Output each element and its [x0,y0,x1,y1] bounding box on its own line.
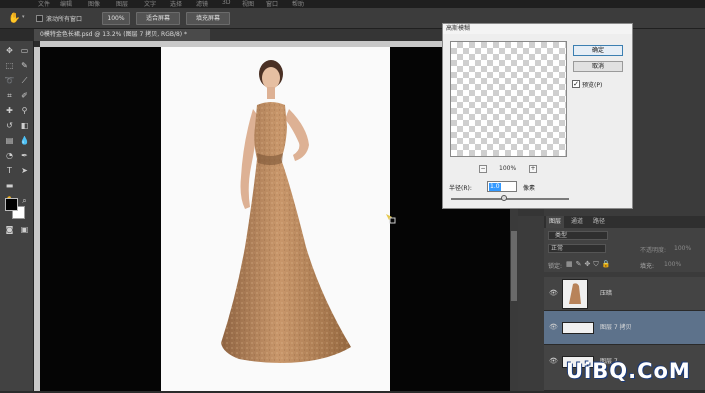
opacity-label: 不透明度: [640,247,667,254]
tab-layers[interactable]: 图层 [546,216,565,228]
fill-label: 填充: [640,263,655,270]
menu-bar: 文件 编辑 图像 图层 文字 选择 滤镜 3D 视图 窗口 帮助 [0,0,705,8]
fit-screen-button[interactable]: 适合屏幕 [136,12,180,25]
screen-mode-icon[interactable]: ▣ [19,224,30,235]
preview-zoom-row: − 100% + [479,165,539,174]
tab-paths[interactable]: 路径 [590,216,608,228]
radius-value: 1.0 [489,183,501,191]
layers-panel-tabs: 图层 通道 路径 [544,216,705,228]
scroll-all-windows-checkbox[interactable] [36,15,43,22]
quick-mask-icon[interactable]: ◙ [4,224,15,235]
radius-label: 半径(R): [449,185,472,192]
type-tool-icon[interactable]: T [4,165,15,176]
blur-tool-icon[interactable]: 💧 [19,135,30,146]
visibility-eye-icon[interactable]: 👁 [549,357,558,365]
fill-screen-button[interactable]: 填充屏幕 [186,12,230,25]
blend-mode-select[interactable]: 正常 [548,244,606,253]
visibility-eye-icon[interactable]: 👁 [549,289,558,297]
zoom-100-button[interactable]: 100% [102,12,130,25]
cancel-button[interactable]: 取消 [573,61,623,72]
menu-window[interactable]: 窗口 [266,0,278,8]
menu-view[interactable]: 视图 [242,0,254,8]
dodge-tool-icon[interactable]: ◔ [4,150,15,161]
brush-tool-icon[interactable]: ✐ [19,90,30,101]
lasso-tool-icon[interactable]: ➰ [4,75,15,86]
gradient-tool-icon[interactable]: ▤ [4,135,15,146]
opacity-value[interactable]: 100% [674,245,691,252]
crop-tool-icon[interactable]: ⌗ [4,90,15,101]
shape-tool-icon[interactable]: ▬ [4,180,15,191]
blur-preview[interactable] [450,41,567,157]
artboard-tool-icon[interactable]: ▭ [19,45,30,56]
visibility-eye-icon[interactable]: 👁 [549,323,558,331]
dialog-title: 高斯模糊 [443,24,632,34]
marquee-tool-icon[interactable]: ⬚ [4,60,15,71]
layer-thumbnail [562,322,594,334]
layer-row[interactable]: 👁 压暗 [544,277,705,311]
pen-tool-icon[interactable]: ✒ [19,150,30,161]
layer-filter-kind-value: 类型 [555,232,568,239]
menu-layer[interactable]: 图层 [116,0,128,8]
history-brush-tool-icon[interactable]: ↺ [4,120,15,131]
layer-thumbnail [562,279,588,309]
healing-tool-icon[interactable]: ✚ [4,105,15,116]
stamp-tool-icon[interactable]: ⚲ [19,105,30,116]
preview-checkbox[interactable]: ✓ [572,80,580,88]
radius-unit: 像素 [523,185,536,192]
document-tab-title: 0模特金色长裙.psd @ 13.2% (图层 7 拷贝, RGB/8) * [40,31,188,38]
gaussian-blur-dialog: 高斯模糊 确定 取消 ✓ 预览(P) − 100% + 半径(R): 1.0 像… [442,23,633,209]
menu-edit[interactable]: 编辑 [60,0,72,8]
zoom-out-button[interactable]: − [479,165,487,173]
menu-filter[interactable]: 滤镜 [196,0,208,8]
lock-label: 锁定: [548,263,563,270]
foreground-color-swatch[interactable] [5,198,18,211]
radius-input[interactable]: 1.0 [487,181,517,192]
layer-name: 图层 7 拷贝 [600,324,632,331]
ok-button[interactable]: 确定 [573,45,623,56]
menu-help[interactable]: 帮助 [292,0,304,8]
blend-mode-value: 正常 [551,245,564,252]
document-canvas[interactable] [161,47,390,391]
tab-channels[interactable]: 通道 [568,216,586,228]
preview-label: 预览(P) [582,82,603,89]
radius-slider-thumb[interactable] [501,195,508,201]
cursor-marker-icon [386,214,396,224]
eyedropper-tool-icon[interactable]: ⟋ [19,75,30,86]
layers-controls: 类型 正常 不透明度: 100% 锁定: ▦✎✥⛉🔒 填充: 100% [544,228,705,272]
move-tool-icon[interactable]: ✥ [4,45,15,56]
path-select-tool-icon[interactable]: ➤ [19,165,30,176]
document-tab-bar: 0模特金色长裙.psd @ 13.2% (图层 7 拷贝, RGB/8) * [34,29,510,41]
scroll-all-windows-label: 滚动所有窗口 [46,16,83,23]
document-tab[interactable]: 0模特金色长裙.psd @ 13.2% (图层 7 拷贝, RGB/8) * [34,29,210,41]
menu-image[interactable]: 图像 [88,0,100,8]
tool-preset-chevron-icon[interactable]: ▾ [22,14,28,22]
layer-filter-kind[interactable]: 类型 [548,231,608,240]
zoom-tool-icon[interactable]: ⌕ [19,195,30,206]
eraser-tool-icon[interactable]: ◧ [19,120,30,131]
watermark-logo: UiBQ.CoM [566,359,691,383]
layer-row-selected[interactable]: 👁 图层 7 拷贝 [544,311,705,345]
menu-file[interactable]: 文件 [38,0,50,8]
lock-icons[interactable]: ▦✎✥⛉🔒 [566,260,613,269]
radius-slider-track[interactable] [451,198,569,200]
model-in-gold-dress-image [221,60,351,363]
menu-type[interactable]: 文字 [144,0,156,8]
fill-value[interactable]: 100% [664,261,681,268]
layer-name: 压暗 [600,290,613,297]
menu-select[interactable]: 选择 [170,0,182,8]
zoom-in-button[interactable]: + [529,165,537,173]
menu-3d[interactable]: 3D [222,0,230,6]
toolbox: ✥ ▭ ⬚ ✎ ➰ ⟋ ⌗ ✐ ✚ ⚲ ↺ ◧ ▤ 💧 ◔ ✒ T ➤ ▬ ✋ … [0,41,34,391]
hand-icon[interactable]: ✋ [8,12,22,25]
scrollbar-thumb[interactable] [511,231,517,301]
preview-zoom-level: 100% [499,165,517,172]
quick-select-tool-icon[interactable]: ✎ [19,60,30,71]
